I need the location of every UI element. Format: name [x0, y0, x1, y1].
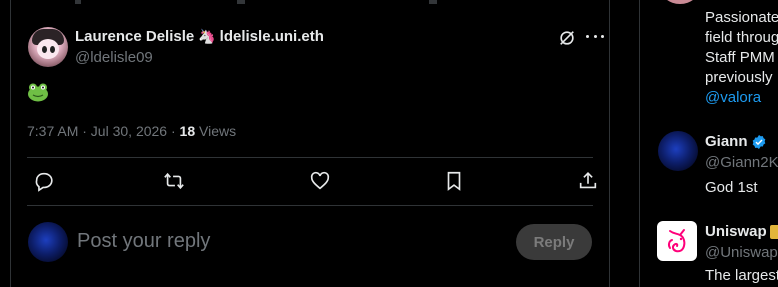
right-sidebar: Passionate field throug Staff PMM previo… — [639, 0, 778, 287]
bio-line: previously — [705, 69, 773, 86]
bookmark-icon[interactable] — [443, 170, 465, 192]
tweet-actions-bar — [27, 168, 597, 194]
grok-icon[interactable] — [558, 29, 576, 47]
profile-avatar[interactable] — [660, 0, 700, 4]
bio-mention-link[interactable]: @valora — [705, 88, 778, 108]
uniswap-bio: The largest — [705, 267, 778, 284]
uniswap-unicorn-icon — [667, 229, 686, 253]
thread-line-fragment — [429, 0, 437, 4]
frog-emoji — [27, 82, 49, 102]
uniswap-name[interactable]: Uniswap — [705, 223, 767, 240]
uniswap-handle[interactable]: @Uniswap — [705, 244, 778, 261]
verified-badge-icon — [752, 134, 765, 149]
unicorn-emoji: 🦄 — [198, 28, 216, 44]
reply-icon[interactable] — [33, 170, 55, 192]
more-options-icon[interactable] — [586, 35, 604, 41]
uniswap-avatar[interactable] — [657, 221, 697, 261]
tweet-timestamp[interactable]: 7:37 AM · Jul 30, 2026 · — [27, 123, 180, 139]
reply-input[interactable]: Post your reply — [77, 230, 210, 253]
gold-verified-badge-icon — [769, 224, 778, 239]
giann-handle[interactable]: @Giann2K — [705, 154, 778, 171]
tweet-meta: 7:37 AM · Jul 30, 2026 · 18 Views — [27, 123, 236, 139]
views-count: 18 — [179, 123, 196, 139]
divider — [27, 157, 593, 158]
heart-icon[interactable] — [309, 170, 331, 192]
giann-name-row[interactable]: Giann — [705, 133, 767, 150]
author-handle[interactable]: @ldelisle09 — [75, 49, 153, 66]
bio-line: Passionate — [705, 9, 778, 26]
profile-bio: Passionate field throug Staff PMM previo… — [705, 8, 778, 108]
bio-line: Staff PMM — [705, 49, 775, 66]
giann-name[interactable]: Giann — [705, 133, 748, 150]
divider — [27, 205, 593, 206]
user-avatar[interactable] — [28, 222, 68, 262]
author-avatar[interactable] — [28, 27, 68, 67]
author-ens-name[interactable]: ldelisle.uni.eth — [220, 28, 324, 45]
retweet-icon[interactable] — [163, 170, 185, 192]
reply-button[interactable]: Reply — [516, 224, 592, 260]
views-label: Views — [195, 123, 237, 139]
giann-bio: God 1st — [705, 179, 758, 196]
share-icon[interactable] — [577, 170, 599, 192]
giann-avatar[interactable] — [658, 131, 698, 171]
bio-line: field throug — [705, 29, 778, 46]
author-name-row[interactable]: Laurence Delisle 🦄 ldelisle.uni.eth — [75, 28, 324, 45]
thread-line-fragment — [237, 0, 245, 4]
author-display-name[interactable]: Laurence Delisle — [75, 28, 194, 45]
thread-line-fragment — [75, 0, 81, 4]
uniswap-name-row[interactable]: Uniswap — [705, 223, 778, 240]
tweet-detail-column: Laurence Delisle 🦄 ldelisle.uni.eth @lde… — [10, 0, 610, 287]
